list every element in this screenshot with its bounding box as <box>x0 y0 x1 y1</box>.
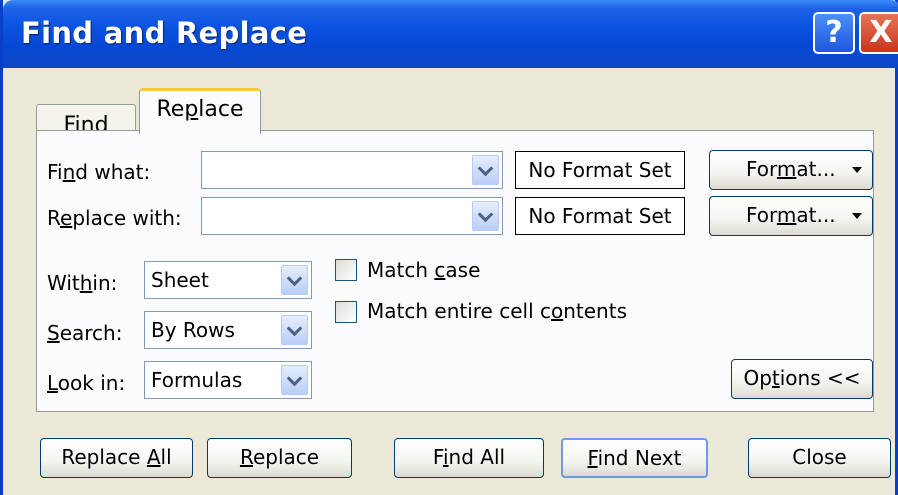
replace-format-status: No Format Set <box>515 197 685 235</box>
help-button[interactable]: ? <box>813 12 855 54</box>
replace-with-label: Replace with: <box>47 206 182 230</box>
within-select[interactable]: Sheet <box>144 261 312 299</box>
chevron-down-icon[interactable] <box>281 315 308 345</box>
replace-format-button[interactable]: Format... <box>709 196 873 236</box>
find-what-combo[interactable] <box>201 151 503 189</box>
close-window-button[interactable]: X <box>859 12 898 54</box>
find-all-button[interactable]: Find All <box>394 438 544 478</box>
close-icon: X <box>869 15 893 50</box>
close-button[interactable]: Close <box>748 438 891 478</box>
match-entire-checkbox[interactable] <box>335 301 357 323</box>
look-in-value: Formulas <box>151 368 243 392</box>
within-label: Within: <box>47 271 118 295</box>
look-in-select[interactable]: Formulas <box>144 361 312 399</box>
replace-all-button[interactable]: Replace All <box>40 438 193 478</box>
tab-replace-label: Re <box>156 97 185 122</box>
find-what-label: Find what: <box>47 160 151 184</box>
replace-with-combo[interactable] <box>201 197 503 235</box>
tab-replace-accel: p <box>184 97 199 122</box>
chevron-down-icon[interactable] <box>472 155 499 185</box>
title-bar[interactable]: Find and Replace ? X <box>3 0 898 68</box>
within-value: Sheet <box>151 268 209 292</box>
search-select[interactable]: By Rows <box>144 311 312 349</box>
chevron-down-icon[interactable] <box>281 265 308 295</box>
help-icon: ? <box>825 15 843 50</box>
chevron-down-icon[interactable] <box>281 365 308 395</box>
replace-panel: Find what: No Format Set Format... Repla… <box>36 130 874 412</box>
match-case-checkbox[interactable] <box>335 259 357 281</box>
replace-button[interactable]: Replace <box>207 438 352 478</box>
match-case-label[interactable]: Match case <box>367 258 480 282</box>
chevron-down-icon[interactable] <box>472 201 499 231</box>
find-next-button[interactable]: Find Next <box>561 438 708 478</box>
tab-replace-label-rest: lace <box>198 97 244 122</box>
search-value: By Rows <box>151 318 235 342</box>
search-label: Search: <box>47 321 123 345</box>
look-in-label: Look in: <box>47 371 126 395</box>
match-entire-label[interactable]: Match entire cell contents <box>367 299 627 323</box>
options-button[interactable]: Options << <box>731 359 873 399</box>
find-format-button[interactable]: Format... <box>709 150 873 190</box>
dropdown-arrow-icon[interactable] <box>852 167 862 173</box>
dropdown-arrow-icon[interactable] <box>852 213 862 219</box>
find-replace-dialog: Find and Replace ? X Find Replace Find w… <box>0 0 898 495</box>
dialog-title: Find and Replace <box>21 16 308 50</box>
tab-replace[interactable]: Replace <box>139 88 261 134</box>
find-format-status: No Format Set <box>515 151 685 189</box>
